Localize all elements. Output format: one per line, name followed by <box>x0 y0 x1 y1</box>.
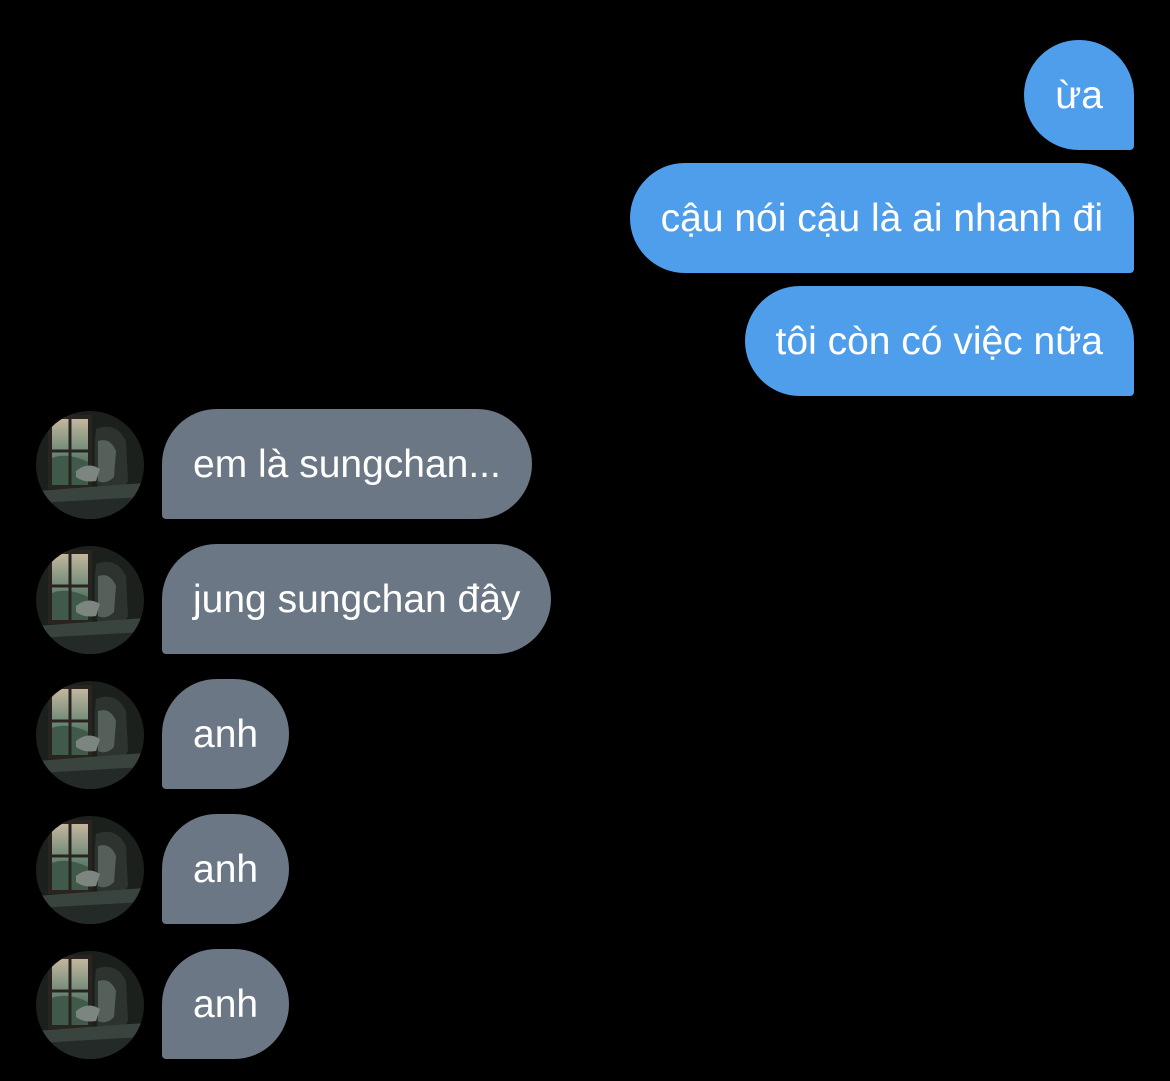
contact-avatar-icon[interactable] <box>36 951 144 1059</box>
received-message-bubble[interactable]: anh <box>162 814 290 924</box>
contact-avatar-icon[interactable] <box>36 681 144 789</box>
message-text: anh <box>193 982 259 1026</box>
message-text: tôi còn có việc nữa <box>775 319 1103 363</box>
message-text: anh <box>193 847 259 891</box>
received-message-bubble[interactable]: anh <box>162 949 290 1059</box>
message-text: jung sungchan đây <box>193 577 521 621</box>
contact-avatar-icon[interactable] <box>36 546 144 654</box>
received-message-bubble[interactable]: anh <box>162 679 290 789</box>
contact-avatar-icon[interactable] <box>36 411 144 519</box>
sent-message-bubble[interactable]: ừa <box>1024 40 1134 150</box>
message-text: ừa <box>1055 73 1103 117</box>
chat-thread: ừa cậu nói cậu là ai nhanh đi tôi còn có… <box>0 0 1170 1081</box>
message-text: em là sungchan... <box>193 442 501 486</box>
sent-message-bubble[interactable]: cậu nói cậu là ai nhanh đi <box>629 163 1134 273</box>
message-text: anh <box>193 712 259 756</box>
received-message-bubble[interactable]: jung sungchan đây <box>162 544 552 654</box>
received-message-bubble[interactable]: em là sungchan... <box>162 409 532 519</box>
sent-message-bubble[interactable]: tôi còn có việc nữa <box>744 286 1134 396</box>
message-text: cậu nói cậu là ai nhanh đi <box>660 196 1103 240</box>
contact-avatar-icon[interactable] <box>36 816 144 924</box>
